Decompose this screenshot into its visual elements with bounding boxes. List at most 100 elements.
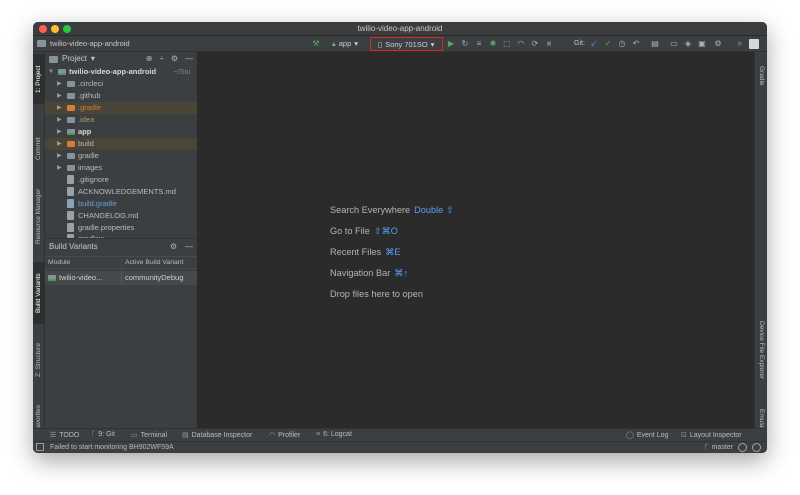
git-commit-icon[interactable]: ✓ (603, 39, 613, 49)
tab-project[interactable]: 1: Project (33, 54, 45, 104)
gauge-icon: ◠ (269, 432, 276, 439)
tab-structure[interactable]: Z: Structure (33, 334, 45, 386)
hammer-icon[interactable]: ⚒ (311, 39, 321, 49)
tree-item-label: gradle (78, 151, 99, 160)
stop-icon[interactable]: ■ (544, 39, 554, 49)
attach-debugger-icon[interactable]: ⬚ (502, 39, 512, 49)
hint-shortcut: ⌘↑ (394, 268, 409, 278)
avd-manager-icon[interactable]: ◈ (683, 39, 693, 49)
git-update-icon[interactable]: ↙ (589, 39, 599, 49)
root-label: twilio-video-app-android (69, 67, 157, 76)
terminal-icon: ▭ (131, 432, 138, 439)
git-history-icon[interactable]: ◷ (617, 39, 627, 49)
tree-item[interactable]: ▶ gradle (45, 150, 197, 162)
git-branch-widget[interactable]: ᚴ master (704, 444, 733, 451)
hide-icon[interactable]: — (185, 52, 193, 66)
tree-item-label: ACKNOWLEDGEMENTS.md (78, 187, 176, 196)
tab-event-log[interactable]: ◯ Event Log (626, 431, 668, 440)
logcat-icon: ≡ (316, 431, 321, 438)
inspection-icon[interactable] (738, 443, 747, 452)
hint-recent-files: Recent Files ⌘E (330, 247, 400, 258)
toggle-tool-windows-icon[interactable] (36, 443, 44, 451)
search-icon[interactable]: ⌕ (735, 39, 745, 49)
locate-icon[interactable]: ⊕ (146, 52, 153, 66)
coverage-icon[interactable]: ≡ (474, 39, 484, 49)
tab-label: Layout Inspector (689, 431, 742, 439)
android-icon: ▴ (332, 39, 336, 48)
project-breadcrumb[interactable]: twilio-video-app-android (37, 39, 130, 48)
sdk-manager-icon[interactable]: ▭ (669, 39, 679, 49)
window-title: twilio-video-app-android (357, 24, 443, 33)
tab-resource-manager[interactable]: Resource Manager (33, 180, 45, 252)
tree-item-label: build.gradle (78, 199, 117, 208)
tree-item[interactable]: .gitignore (45, 174, 197, 186)
col-active-variant[interactable]: Active Build Variant (121, 257, 197, 269)
folder-icon (49, 55, 58, 63)
project-view-selector[interactable]: Project (62, 52, 87, 66)
tab-label: Terminal (140, 431, 168, 439)
hint-shortcut: Double ⇧ (414, 205, 454, 215)
tab-gradle[interactable]: Gradle (755, 56, 767, 96)
tab-todo[interactable]: ☰ TODO (50, 431, 79, 440)
tab-git[interactable]: ᚴ 9: Git (91, 431, 115, 438)
branch-name: master (711, 444, 733, 451)
collapsed-arrow-icon: ▶ (57, 141, 62, 147)
status-message[interactable]: Failed to start monitoring BH902WF59A (50, 444, 174, 451)
tree-item[interactable]: ACKNOWLEDGEMENTS.md (45, 186, 197, 198)
tab-logcat[interactable]: ≡ 6: Logcat (316, 431, 352, 438)
tab-build-variants[interactable]: Build Variants (33, 262, 45, 324)
device-manager-icon[interactable]: ▣ (697, 39, 707, 49)
debug-icon[interactable]: ✱ (488, 39, 498, 49)
tree-item[interactable]: ▶ .gradle (45, 102, 197, 114)
collapsed-arrow-icon: ▶ (57, 153, 62, 159)
tree-item[interactable]: ▶ .idea (45, 114, 197, 126)
collapsed-arrow-icon: ▶ (57, 93, 62, 99)
col-module[interactable]: Module (48, 257, 70, 269)
chevron-down-icon[interactable]: ▾ (91, 52, 95, 66)
gear-icon[interactable]: ⚙ (170, 239, 177, 254)
folder-icon (67, 165, 75, 171)
tab-terminal[interactable]: ▭ Terminal (131, 431, 168, 440)
hide-icon[interactable]: — (185, 239, 193, 254)
profile-icon[interactable]: ◠ (516, 39, 526, 49)
tab-profiler[interactable]: ◠ Profiler (269, 431, 300, 440)
apply-changes-icon[interactable]: ↻ (460, 39, 470, 49)
status-bar: Failed to start monitoring BH902WF59A ᚴm… (33, 441, 767, 453)
run-icon[interactable]: ▶ (446, 39, 456, 49)
device-selector[interactable]: ▯ Sony 701SO ▾ (370, 37, 443, 51)
table-row[interactable]: twilio-video... communityDebug (45, 271, 197, 285)
module-cell: twilio-video... (48, 271, 102, 285)
gradle-file-icon (67, 199, 74, 208)
git-rollback-icon[interactable]: ↶ (631, 39, 641, 49)
run-config-selector[interactable]: ▴ app ▾ (328, 38, 362, 50)
file-icon (67, 187, 74, 196)
tree-item[interactable]: ▶ build (45, 138, 197, 150)
tree-item[interactable]: ▶ app (45, 126, 197, 138)
tree-root[interactable]: ▼ twilio-video-app-android ~/Stu (45, 66, 197, 78)
chevron-down-icon: ▾ (430, 39, 435, 49)
folder-icon (67, 93, 75, 99)
device-label: Sony 701SO (385, 39, 428, 49)
variant-cell[interactable]: communityDebug (121, 271, 197, 285)
tree-item[interactable]: build.gradle (45, 198, 197, 210)
gear-icon[interactable]: ⚙ (171, 52, 178, 66)
tab-device-file-explorer[interactable]: Device File Explorer (755, 310, 767, 390)
tree-item[interactable]: ▶ .circleci (45, 78, 197, 90)
settings-sync-icon[interactable]: ⚙ (713, 39, 723, 49)
tree-item[interactable]: CHANGELOG.md (45, 210, 197, 222)
tree-item-label: .github (78, 91, 101, 100)
project-name: twilio-video-app-android (50, 39, 130, 48)
avatar-icon[interactable] (749, 39, 759, 49)
notifications-icon[interactable] (752, 443, 761, 452)
collapse-all-icon[interactable]: ÷ (159, 52, 163, 66)
tab-layout-inspector[interactable]: ⊡ Layout Inspector (681, 431, 742, 440)
tab-label: Database Inspector (191, 431, 253, 439)
properties-file-icon (67, 223, 74, 232)
tree-item[interactable]: ▶ images (45, 162, 197, 174)
sync-icon[interactable]: ⟳ (530, 39, 540, 49)
tab-database-inspector[interactable]: ▤ Database Inspector (182, 431, 253, 440)
build-variants-table-header: Module Active Build Variant (45, 256, 197, 269)
tree-item[interactable]: ▶ .github (45, 90, 197, 102)
project-structure-icon[interactable]: ▤ (650, 39, 660, 49)
tab-commit[interactable]: Commit (33, 130, 45, 168)
